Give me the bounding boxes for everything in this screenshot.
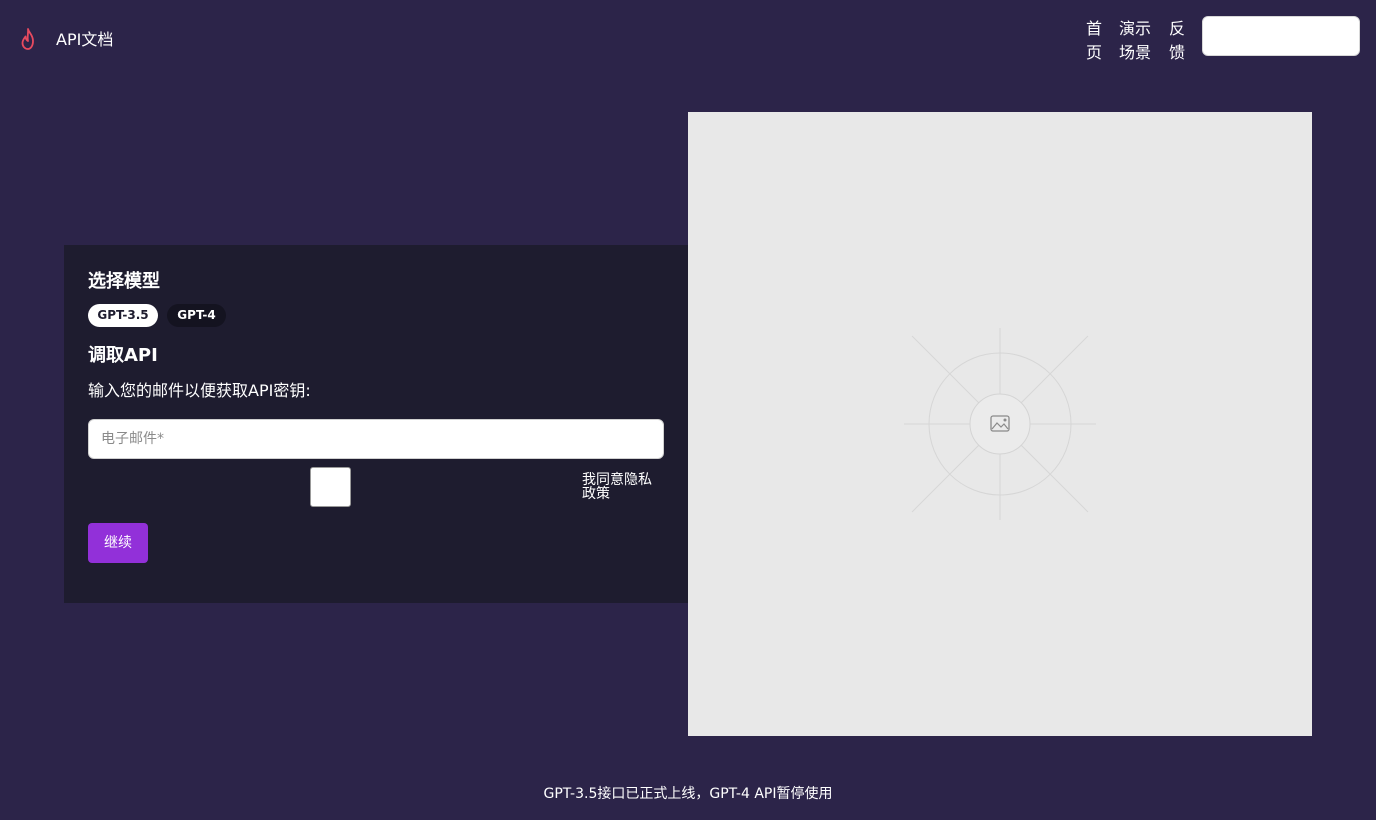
model-chip-gpt35[interactable]: GPT-3.5	[88, 304, 158, 327]
email-field[interactable]	[88, 419, 664, 459]
nav-demo-scenes[interactable]: 演示场景	[1119, 17, 1153, 65]
continue-button[interactable]: 继续	[88, 523, 148, 563]
nav-feedback[interactable]: 反馈	[1169, 17, 1187, 65]
service-notice: GPT-3.5接口已正式上线，GPT-4 API暂停使用	[543, 786, 833, 802]
get-api-title: 调取API	[88, 345, 158, 366]
model-chip-gpt4[interactable]: GPT-4	[167, 304, 226, 327]
select-model-title: 选择模型	[88, 271, 160, 292]
email-instruction: 输入您的邮件以便获取API密钥:	[88, 381, 311, 400]
privacy-checkbox[interactable]	[310, 467, 351, 507]
privacy-agree-label[interactable]: 我同意隐私政策	[582, 473, 658, 501]
api-docs-link[interactable]: API文档	[56, 30, 113, 50]
header: API文档 首页 演示场景 反馈	[0, 0, 1376, 80]
api-request-panel: 选择模型 GPT-3.5 GPT-4 调取API 输入您的邮件以便获取API密钥…	[64, 245, 688, 603]
header-search-input[interactable]	[1202, 16, 1360, 56]
nav-home[interactable]: 首页	[1086, 17, 1104, 65]
image-placeholder	[688, 112, 1312, 736]
flame-icon[interactable]	[16, 27, 40, 53]
image-icon	[904, 328, 1096, 520]
